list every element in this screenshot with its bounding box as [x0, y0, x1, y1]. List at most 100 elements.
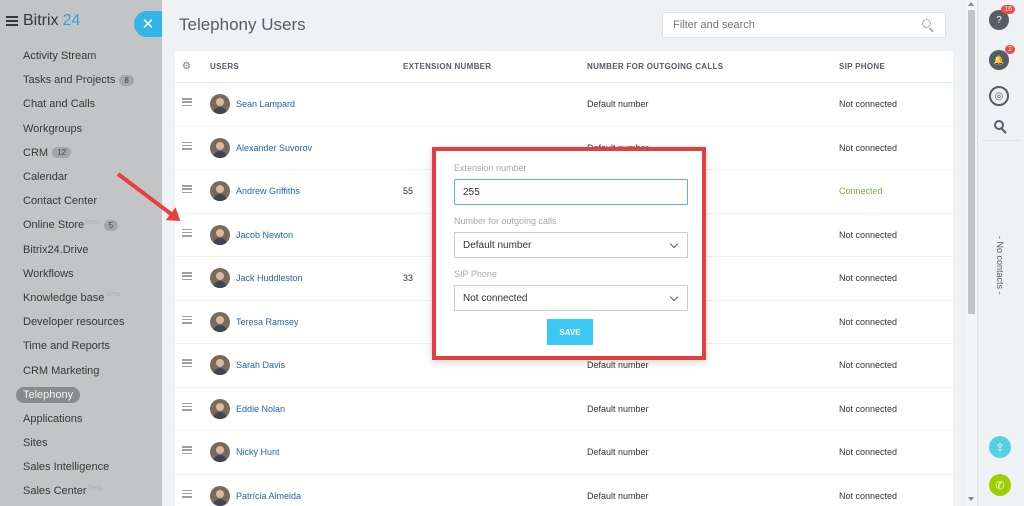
- user-name-link[interactable]: Alexander Suvorov: [236, 143, 312, 153]
- sidebar-item-applications[interactable]: Applications: [0, 407, 162, 431]
- sip-status[interactable]: Not connected: [839, 447, 897, 457]
- sidebar-item-time-and-reports[interactable]: Time and Reports: [0, 334, 162, 358]
- avatar[interactable]: [210, 137, 230, 158]
- sip-status[interactable]: Not connected: [839, 360, 897, 370]
- close-slider-button[interactable]: ✕: [134, 11, 162, 37]
- drag-handle-icon[interactable]: [182, 98, 192, 106]
- extension-label: Extension number: [454, 163, 527, 173]
- sidebar-item-online-store[interactable]: Online Store beta 5: [0, 213, 162, 237]
- contacts-search-icon[interactable]: [994, 120, 1004, 130]
- sidebar-item-knowledge-base[interactable]: Knowledge base beta: [0, 286, 162, 310]
- sidebar-item-activity-stream[interactable]: Activity Stream: [0, 44, 162, 68]
- call-button[interactable]: ✆: [989, 474, 1011, 496]
- user-name-link[interactable]: Nicky Hunt: [236, 447, 280, 457]
- outgoing-cell[interactable]: Default number: [587, 491, 649, 501]
- user-name-link[interactable]: Jacob Newton: [236, 230, 293, 240]
- outgoing-cell[interactable]: Default number: [587, 447, 649, 457]
- user-name-link[interactable]: Teresa Ramsey: [236, 317, 299, 327]
- scroll-thumb[interactable]: [968, 10, 975, 314]
- counter-badge: 8: [119, 74, 134, 86]
- table-row[interactable]: Eddie Nolan Default number Not connected: [175, 388, 953, 431]
- avatar[interactable]: [210, 485, 230, 506]
- avatar[interactable]: [210, 268, 230, 288]
- search-input[interactable]: [662, 12, 946, 38]
- sip-status[interactable]: Not connected: [839, 143, 897, 153]
- sidebar-item-label: CRM Marketing: [23, 364, 100, 377]
- panel-divider: [982, 140, 1020, 141]
- sidebar-item-developer-resources[interactable]: Developer resources: [0, 310, 162, 334]
- sip-status[interactable]: Not connected: [839, 491, 897, 501]
- drag-handle-icon[interactable]: [182, 185, 192, 193]
- drag-handle-icon[interactable]: [182, 272, 192, 280]
- chat-icon[interactable]: ◎: [989, 86, 1009, 106]
- user-name-link[interactable]: Sean Lampard: [236, 99, 295, 109]
- sidebar-item-workflows[interactable]: Workflows: [0, 262, 162, 286]
- user-name-link[interactable]: Andrew Griffiths: [236, 186, 300, 196]
- scrollbar[interactable]: [966, 0, 977, 506]
- logo[interactable]: Bitrix 24: [23, 12, 80, 30]
- avatar[interactable]: [210, 224, 230, 245]
- bell-icon[interactable]: 🔔 2: [989, 45, 1015, 70]
- outgoing-select[interactable]: Default number: [454, 232, 688, 258]
- outgoing-cell[interactable]: Default number: [587, 99, 649, 109]
- table-row[interactable]: Nicky Hunt Default number Not connected: [175, 431, 953, 475]
- outgoing-cell[interactable]: Default number: [587, 404, 649, 414]
- drag-handle-icon[interactable]: [182, 228, 192, 237]
- sip-status[interactable]: Not connected: [839, 404, 897, 414]
- extension-cell[interactable]: 33: [403, 273, 413, 283]
- avatar[interactable]: [210, 355, 230, 375]
- drag-handle-icon[interactable]: [182, 141, 192, 150]
- column-extension[interactable]: EXTENSION NUMBER: [403, 62, 491, 71]
- gear-icon[interactable]: ⚙: [182, 61, 191, 72]
- drag-handle-icon[interactable]: [182, 402, 192, 411]
- sip-status[interactable]: Connected: [839, 186, 883, 196]
- column-users[interactable]: USERS: [210, 62, 239, 71]
- extension-cell[interactable]: 55: [403, 186, 413, 196]
- chat-glyph: ◎: [994, 90, 1004, 102]
- avatar[interactable]: [210, 94, 230, 114]
- sidebar-item-label: Chat and Calls: [23, 98, 96, 111]
- column-outgoing[interactable]: NUMBER FOR OUTGOING CALLS: [587, 62, 723, 71]
- help-icon[interactable]: ? 16: [989, 5, 1015, 30]
- outgoing-cell[interactable]: Default number: [587, 360, 649, 370]
- user-name-link[interactable]: Sarah Davis: [236, 360, 285, 370]
- sip-status[interactable]: Not connected: [839, 230, 897, 240]
- sip-select[interactable]: Not connected: [454, 285, 688, 311]
- user-name-link[interactable]: Patrícia Almeida: [236, 491, 301, 501]
- user-name-link[interactable]: Eddie Nolan: [236, 404, 285, 414]
- sip-status[interactable]: Not connected: [839, 317, 897, 327]
- sidebar-item-crm-marketing[interactable]: CRM Marketing: [0, 358, 162, 382]
- sidebar-item-workgroups[interactable]: Workgroups: [0, 117, 162, 141]
- avatar[interactable]: [210, 398, 230, 419]
- sidebar-item-telephony[interactable]: Telephony: [0, 383, 162, 407]
- sidebar-item-bitrix24-drive[interactable]: Bitrix24.Drive: [0, 238, 162, 262]
- sip-status[interactable]: Not connected: [839, 99, 897, 109]
- sidebar-item-chat-and-calls[interactable]: Chat and Calls: [0, 92, 162, 116]
- drag-handle-icon[interactable]: [182, 446, 192, 454]
- sidebar-item-sales-center[interactable]: Sales Center beta: [0, 479, 162, 503]
- sidebar-item-sites[interactable]: Sites: [0, 431, 162, 455]
- table-row[interactable]: Patrícia Almeida Default number Not connec…: [175, 475, 953, 506]
- drag-handle-icon[interactable]: [182, 359, 192, 367]
- avatar[interactable]: [210, 311, 230, 332]
- sip-status[interactable]: Not connected: [839, 273, 897, 283]
- drag-handle-icon[interactable]: [182, 489, 192, 498]
- search-icon[interactable]: [922, 19, 931, 28]
- table-row[interactable]: Sean Lampard Default number Not connected: [175, 83, 953, 127]
- sidebar-item-tasks-and-projects[interactable]: Tasks and Projects 8: [0, 68, 162, 92]
- avatar[interactable]: [210, 181, 230, 201]
- column-sip[interactable]: SIP PHONE: [839, 62, 885, 71]
- sidebar-item-crm[interactable]: CRM 12: [0, 141, 162, 165]
- extension-input[interactable]: 255: [454, 179, 688, 205]
- scroll-up-icon[interactable]: [968, 2, 974, 6]
- transfer-button[interactable]: ⇪: [989, 436, 1011, 458]
- sidebar-item-sales-intelligence[interactable]: Sales Intelligence: [0, 455, 162, 479]
- drag-handle-icon[interactable]: [182, 315, 192, 324]
- menu-icon[interactable]: [6, 16, 18, 26]
- scroll-down-icon[interactable]: [968, 497, 974, 501]
- avatar[interactable]: [210, 442, 230, 462]
- user-name-link[interactable]: Jack Huddleston: [236, 273, 303, 283]
- sidebar-item-contact-center[interactable]: Contact Center: [0, 189, 162, 213]
- bell-badge: 2: [1005, 45, 1015, 54]
- save-button[interactable]: SAVE: [547, 319, 593, 345]
